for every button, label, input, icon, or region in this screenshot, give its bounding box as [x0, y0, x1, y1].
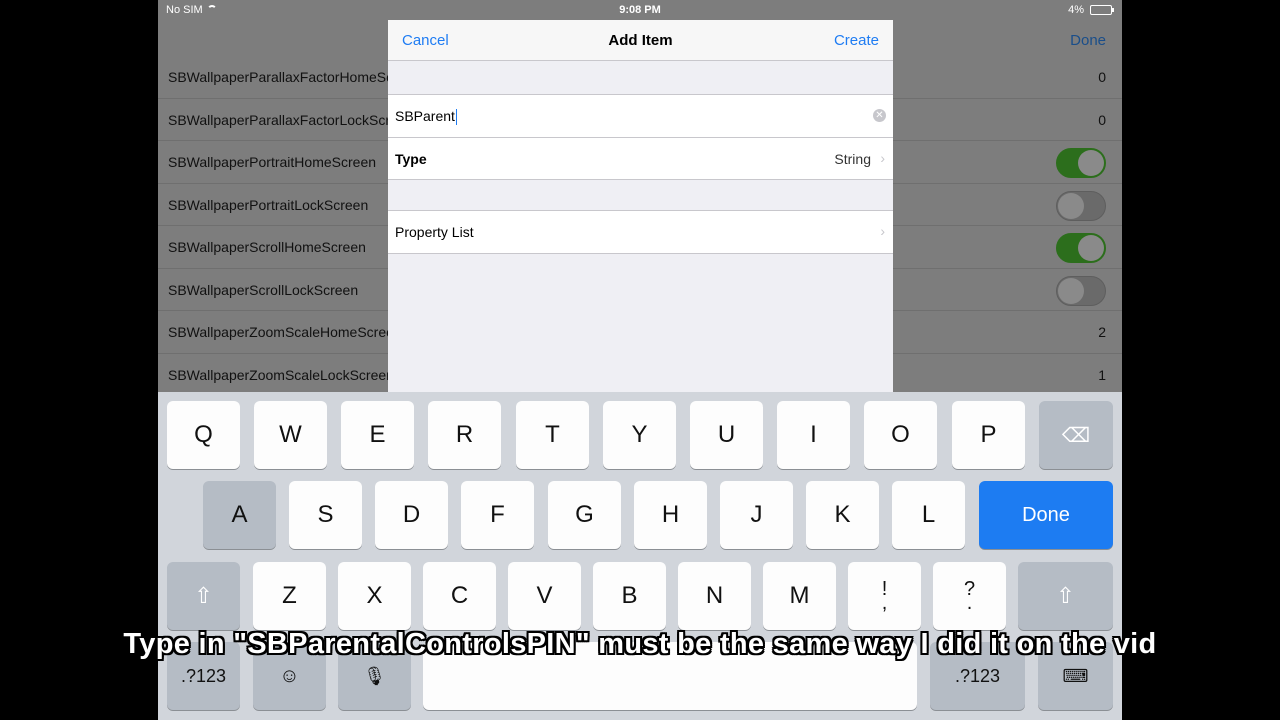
key-g[interactable]: G	[548, 481, 621, 549]
key-j[interactable]: J	[720, 481, 793, 549]
background-done-button[interactable]: Done	[1070, 32, 1106, 49]
key-question[interactable]: ?.	[933, 562, 1006, 630]
plist-value: 0	[1098, 69, 1106, 85]
key-u[interactable]: U	[690, 401, 763, 469]
property-list-label: Property List	[395, 224, 474, 240]
chevron-right-icon: ›	[880, 223, 885, 239]
key-q[interactable]: Q	[167, 401, 240, 469]
status-bar: No SIM 9:08 PM 4%	[158, 0, 1122, 20]
key-o[interactable]: O	[864, 401, 937, 469]
plist-key: SBWallpaperZoomScaleHomeScreen	[168, 324, 388, 340]
property-list-row[interactable]: Property List ›	[388, 211, 893, 253]
key-h[interactable]: H	[634, 481, 707, 549]
key-b[interactable]: B	[593, 562, 666, 630]
type-row[interactable]: Type String ›	[388, 137, 893, 179]
key-s[interactable]: S	[289, 481, 362, 549]
key-p[interactable]: P	[952, 401, 1025, 469]
status-right: 4%	[1068, 4, 1114, 16]
add-item-modal: Cancel Add Item Create SBParent ✕ Type S…	[388, 20, 893, 392]
chevron-right-icon: ›	[880, 150, 885, 166]
plist-value: 2	[1098, 324, 1106, 340]
key-i[interactable]: I	[777, 401, 850, 469]
key-k[interactable]: K	[806, 481, 879, 549]
toggle-switch-off[interactable]	[1056, 190, 1106, 221]
shift-icon: ⇧	[1056, 583, 1075, 608]
key-e[interactable]: E	[341, 401, 414, 469]
done-key[interactable]: Done	[979, 481, 1113, 549]
video-caption: Type in "SBParentalControlsPIN" must be …	[123, 628, 1157, 660]
shift-key-right[interactable]: ⇧	[1018, 562, 1113, 630]
toggle-switch-off[interactable]	[1056, 275, 1106, 306]
emoji-icon: ☺	[279, 664, 300, 687]
toggle-switch-on[interactable]	[1056, 233, 1106, 263]
key-v[interactable]: V	[508, 562, 581, 630]
type-value: String	[834, 151, 871, 167]
plist-key: SBWallpaperPortraitLockScreen	[168, 196, 369, 213]
backspace-icon: ⌫	[1061, 424, 1091, 447]
key-name-input[interactable]: SBParent	[395, 108, 457, 126]
battery-icon	[1090, 5, 1114, 15]
plist-key: SBWallpaperScrollLockScreen	[168, 281, 359, 298]
plist-value: 1	[1098, 366, 1106, 383]
plist-value: 0	[1098, 111, 1106, 128]
modal-nav-bar: Cancel Add Item Create	[388, 20, 893, 61]
property-list-group: Property List ›	[388, 210, 893, 254]
key-l[interactable]: L	[892, 481, 965, 549]
ipad-screen: No SIM 9:08 PM 4% Done SBWallpaperParall…	[158, 0, 1122, 720]
key-w[interactable]: W	[254, 401, 327, 469]
modal-title: Add Item	[608, 32, 673, 49]
microphone-icon: 🎙	[363, 665, 386, 686]
key-exclaim[interactable]: !,	[848, 562, 921, 630]
create-button[interactable]: Create	[834, 32, 879, 49]
key-r[interactable]: R	[428, 401, 501, 469]
text-cursor	[455, 109, 457, 126]
plist-key: SBWallpaperZoomScaleLockScreen	[168, 366, 388, 383]
plist-key: SBWallpaperParallaxFactorHomeScreen	[168, 69, 388, 85]
key-name-field[interactable]: SBParent ✕	[388, 95, 893, 137]
item-settings-group: SBParent ✕ Type String ›	[388, 94, 893, 180]
key-c[interactable]: C	[423, 562, 496, 630]
key-z[interactable]: Z	[253, 562, 326, 630]
toggle-switch-on[interactable]	[1056, 148, 1106, 178]
plist-key: SBWallpaperScrollHomeScreen	[168, 239, 366, 255]
clear-text-icon[interactable]: ✕	[873, 109, 886, 122]
key-a[interactable]: A	[203, 481, 276, 549]
shift-icon: ⇧	[194, 583, 213, 608]
shift-key-left[interactable]: ⇧	[167, 562, 240, 630]
key-m[interactable]: M	[763, 562, 836, 630]
key-t[interactable]: T	[516, 401, 589, 469]
plist-key: SBWallpaperParallaxFactorLockScreen	[168, 111, 388, 128]
backspace-key[interactable]: ⌫	[1039, 401, 1113, 469]
key-d[interactable]: D	[375, 481, 448, 549]
hide-keyboard-icon: ⌨	[1062, 665, 1089, 686]
key-n[interactable]: N	[678, 562, 751, 630]
plist-key: SBWallpaperPortraitHomeScreen	[168, 154, 377, 170]
onscreen-keyboard: Q W E R T Y U I O P ⌫ A S D F G H J K L …	[158, 392, 1122, 720]
type-label: Type	[395, 151, 427, 167]
clock: 9:08 PM	[619, 4, 661, 16]
battery-percent: 4%	[1068, 4, 1084, 16]
key-y[interactable]: Y	[603, 401, 676, 469]
key-f[interactable]: F	[461, 481, 534, 549]
key-x[interactable]: X	[338, 562, 411, 630]
